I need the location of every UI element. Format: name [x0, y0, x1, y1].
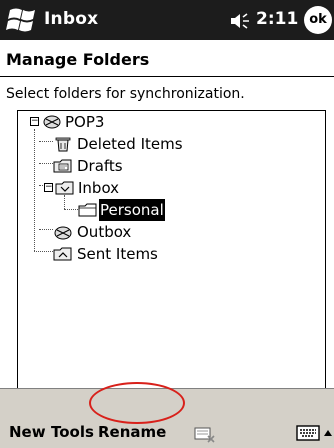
outbox-icon — [54, 226, 72, 240]
app-title: Inbox — [44, 9, 99, 29]
windows-flag-icon[interactable] — [6, 6, 40, 34]
tree-node-label: Deleted Items — [77, 135, 183, 153]
drafts-folder-icon — [53, 159, 72, 173]
new-menu[interactable]: New — [9, 423, 46, 441]
sent-items-folder-icon — [53, 247, 72, 261]
inbox-folder-icon — [55, 181, 74, 195]
tree-node-personal[interactable]: Personal — [18, 199, 318, 221]
page-title: Manage Folders — [6, 50, 150, 69]
keyboard-icon[interactable] — [296, 425, 320, 441]
up-arrow-icon[interactable] — [323, 425, 333, 441]
collapse-toggle[interactable]: − — [44, 183, 53, 192]
rename-highlight-circle — [89, 382, 185, 424]
clock[interactable]: 2:11 — [256, 9, 298, 29]
tree-node-inbox[interactable]: − Inbox — [18, 177, 318, 199]
folder-icon — [78, 203, 97, 217]
tree-node-label: POP3 — [65, 113, 105, 131]
title-divider — [0, 76, 334, 77]
tree-node-pop3[interactable]: − POP3 — [18, 111, 318, 133]
tree-node-drafts[interactable]: Drafts — [18, 155, 318, 177]
tree-node-label: Sent Items — [77, 245, 158, 263]
tree-node-deleted-items[interactable]: Deleted Items — [18, 133, 318, 155]
tools-menu[interactable]: Tools — [51, 423, 94, 441]
tree-node-outbox[interactable]: Outbox — [18, 221, 318, 243]
folder-tree[interactable]: − POP3 Deleted Items Drafts − Inbox Pers… — [17, 110, 326, 394]
ok-button[interactable]: ok — [304, 6, 332, 34]
speaker-icon[interactable] — [230, 12, 254, 30]
tree-node-label-selected: Personal — [99, 199, 165, 221]
title-bar: Inbox 2:11 ok — [0, 0, 334, 40]
account-icon — [43, 115, 61, 129]
recycle-bin-icon — [55, 137, 71, 152]
tree-node-label: Outbox — [77, 223, 132, 241]
collapse-toggle[interactable]: − — [30, 117, 39, 126]
tree-node-label: Drafts — [77, 157, 123, 175]
tree-node-sent-items[interactable]: Sent Items — [18, 243, 318, 265]
delete-folder-icon[interactable] — [194, 425, 216, 443]
instruction-text: Select folders for synchronization. — [6, 86, 245, 102]
tree-node-label: Inbox — [78, 179, 120, 197]
rename-button[interactable]: Rename — [98, 423, 166, 441]
